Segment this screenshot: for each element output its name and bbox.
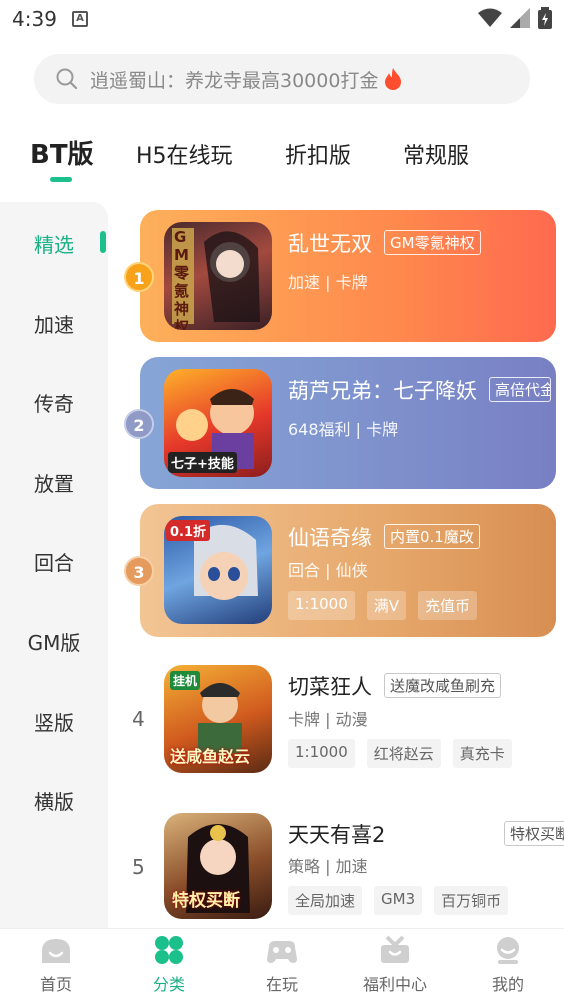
rank-medal-bronze: 3 [124,556,154,586]
search-placeholder: 逍遥蜀山：养龙寺最高30000打金 [90,69,379,92]
game-categories: 648福利 | 卡牌 [288,420,399,439]
game-tag: GM3 [374,886,423,915]
game-tag: 真充卡 [452,739,512,768]
game-tag: 1:1000 [288,739,355,768]
game-icon[interactable]: GM零氪神权 [164,222,272,330]
game-tags: 1:1000 红将赵云 真充卡 [288,739,512,768]
game-icon-text: 送咸鱼赵云 [170,747,251,766]
tab-discount[interactable]: 折扣版 [285,138,351,170]
game-badge: 特权买断 [504,821,564,846]
game-tag: 百万铜币 [434,886,509,915]
sidebar-item-speed[interactable]: 加速 [0,309,108,338]
nav-label: 首页 [39,975,72,994]
nav-playing[interactable]: 在玩 [237,935,327,995]
game-tag: 1:1000 [288,591,355,620]
fire-icon [385,68,402,90]
game-badge: GM零氪神权 [384,230,481,255]
sidebar-item-turn-based[interactable]: 回合 [0,547,108,576]
status-bar: 4:39 A [0,0,564,40]
game-row[interactable]: 2 七子+技能 葫芦兄弟：七子降妖 高倍代金 648福利 | 卡牌 [108,349,564,497]
profile-icon [497,937,519,964]
game-name: 仙语奇缘 [288,526,372,550]
rank-number: 5 [132,855,145,879]
nav-label: 分类 [152,975,185,994]
game-badge: 高倍代金 [489,377,551,402]
game-icon[interactable]: 0.1折 [164,516,272,624]
rank-medal-gold: 1 [124,262,154,292]
status-icons [478,7,552,29]
nav-welfare[interactable]: 福利中心 [350,935,440,995]
signal-icon [510,8,530,28]
game-icon-tag: 挂机 [170,671,201,690]
sidebar: 精选 加速 传奇 放置 回合 GM版 竖版 横版 [0,202,108,930]
nav-label: 福利中心 [362,975,427,994]
sidebar-item-horizontal[interactable]: 横版 [0,786,108,815]
game-categories: 回合 | 仙侠 [288,561,368,580]
game-tag: 充值币 [418,591,478,620]
bottom-nav: 首页 分类 在玩 福利中心 我的 [0,928,564,1004]
game-row[interactable]: 1 GM零氪神权 乱世无双 GM零氪神权 加速 | 卡牌 [108,202,564,350]
game-badge: 内置0.1魔改 [384,524,480,549]
rank-medal-silver: 2 [124,409,154,439]
rank-number: 4 [132,707,145,731]
status-time: 4:39 [12,7,57,31]
game-row[interactable]: 4 挂机 送咸鱼赵云 切菜狂人 送魔改咸鱼刷充 卡牌 | 动漫 1:1000 红… [108,645,564,793]
nav-label: 我的 [491,975,524,994]
sidebar-item-gm[interactable]: GM版 [0,627,108,656]
game-categories: 卡牌 | 动漫 [288,710,368,729]
category-icon [155,936,183,964]
game-icon-text: 七子+技能 [168,452,237,473]
game-row[interactable]: 3 0.1折 仙语奇缘 内置0.1魔改 回合 | 仙侠 1:1000 满V 充值… [108,496,564,644]
category-tabs: BT版 H5在线玩 折扣版 常规服 [0,130,564,182]
wifi-icon [478,8,502,27]
game-badge: 送魔改咸鱼刷充 [384,673,502,698]
sidebar-active-indicator [100,231,106,253]
game-icon-text: 0.1折 [166,520,211,541]
tab-regular[interactable]: 常规服 [403,138,469,170]
game-name: 切菜狂人 [288,675,372,699]
sidebar-item-legend[interactable]: 传奇 [0,388,108,417]
nav-label: 在玩 [265,975,298,994]
game-name: 乱世无双 [288,232,372,256]
sim-icon: A [72,11,88,27]
game-categories: 策略 | 加速 [288,857,368,876]
gift-icon [381,935,409,963]
nav-home[interactable]: 首页 [11,935,101,995]
game-icon[interactable]: 挂机 送咸鱼赵云 [164,665,272,773]
tab-h5[interactable]: H5在线玩 [136,138,233,170]
tab-bt[interactable]: BT版 [30,134,94,171]
sidebar-item-vertical[interactable]: 竖版 [0,707,108,736]
game-name: 天天有喜2 [288,823,386,847]
game-icon[interactable]: 七子+技能 [164,369,272,477]
game-categories: 加速 | 卡牌 [288,273,368,292]
sidebar-item-idle[interactable]: 放置 [0,468,108,497]
home-icon [42,939,70,963]
game-icon-text: GM零氪神权 [174,228,190,330]
search-bar[interactable]: 逍遥蜀山：养龙寺最高30000打金 [34,54,530,104]
game-icon-text: 特权买断 [172,891,240,911]
game-icon[interactable]: 特权买断 [164,813,272,919]
nav-mine[interactable]: 我的 [463,935,553,995]
search-icon [56,68,78,90]
game-tags: 全局加速 GM3 百万铜币 [288,886,509,915]
game-row[interactable]: 5 特权买断 天天有喜2 特权买断 策略 | 加速 全局加速 GM3 百万铜币 [108,793,564,928]
gamepad-icon [267,941,297,963]
nav-category[interactable]: 分类 [124,935,214,995]
game-name: 葫芦兄弟：七子降妖 [288,379,477,403]
game-tag: 全局加速 [288,886,363,915]
tab-active-indicator [50,177,72,182]
game-tag: 满V [366,591,407,620]
game-tags: 1:1000 满V 充值币 [288,591,478,620]
game-tag: 红将赵云 [366,739,441,768]
battery-icon [538,7,552,29]
sidebar-item-featured[interactable]: 精选 [0,229,108,258]
